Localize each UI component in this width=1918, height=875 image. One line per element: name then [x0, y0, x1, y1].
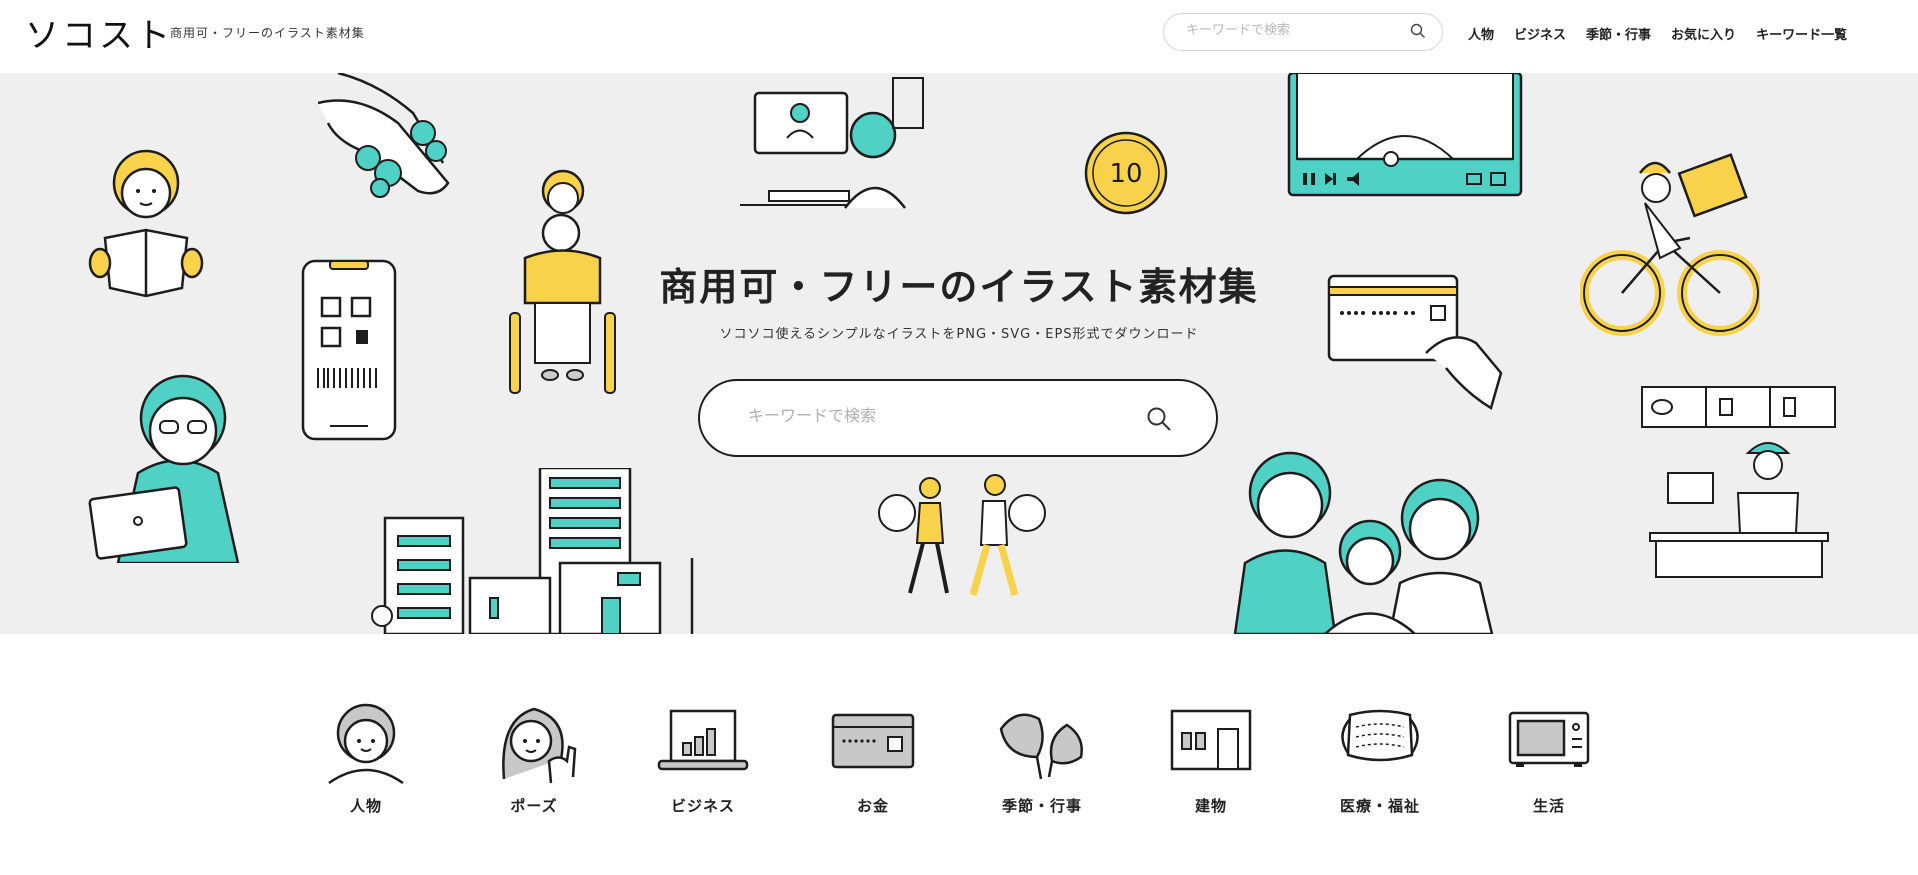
pose-icon	[502, 707, 577, 784]
category-people[interactable]: 人物	[306, 699, 426, 816]
man-laptop-illustration	[88, 374, 240, 563]
site-header: ソコスト 商用可・フリーのイラスト素材集 人物 ビジネス 季節・行事 お気に入り…	[0, 0, 1918, 74]
family-illustration	[1233, 451, 1494, 634]
category-seasons[interactable]: 季節・行事	[982, 699, 1102, 816]
mask-icon	[1341, 709, 1419, 762]
video-call-illustration	[740, 77, 924, 209]
category-label: 生活	[1532, 797, 1565, 815]
coin-value: 10	[1109, 159, 1142, 189]
category-medical[interactable]: 医療・福祉	[1320, 699, 1440, 816]
site-logo[interactable]: ソコスト	[25, 8, 173, 57]
nav-item-keywords[interactable]: キーワード一覧	[1756, 24, 1847, 43]
nav-item-people[interactable]: 人物	[1468, 24, 1494, 43]
hero-section: 10 商用可・フリーのイラスト素材集 ソコソコ使えるシンプルなイラストをPNG・…	[0, 73, 1918, 634]
nav-item-seasons[interactable]: 季節・行事	[1586, 24, 1651, 43]
category-list: 人物 ポーズ ビジネス お金 季節・行事 建物 医療・福祉 生活	[0, 634, 1918, 875]
ginkgo-leaf-icon	[999, 713, 1083, 780]
header-search-box	[1163, 13, 1443, 51]
nav-item-business[interactable]: ビジネス	[1514, 24, 1566, 43]
category-business[interactable]: ビジネス	[643, 699, 763, 816]
buildings-illustration	[371, 468, 694, 634]
category-label: お金	[856, 797, 889, 815]
category-money[interactable]: お金	[813, 699, 933, 816]
person-icon	[328, 703, 404, 785]
business-icon	[657, 709, 749, 771]
walking-couple-illustration	[878, 474, 1046, 596]
microwave-icon	[1508, 711, 1590, 767]
category-label: 建物	[1194, 797, 1227, 815]
site-tagline: 商用可・フリーのイラスト素材集	[170, 26, 365, 40]
menu-board-illustration	[1641, 386, 1836, 428]
ten-yen-coin-illustration: 10	[1084, 131, 1168, 215]
header-search-input[interactable]	[1184, 22, 1398, 39]
category-label: ポーズ	[510, 797, 558, 815]
hero-subtitle: ソコソコ使えるシンプルなイラストをPNG・SVG・EPS形式でダウンロード	[719, 327, 1199, 342]
search-icon[interactable]	[1410, 23, 1426, 43]
category-buildings[interactable]: 建物	[1151, 699, 1271, 816]
category-living[interactable]: 生活	[1489, 699, 1609, 816]
money-icon	[831, 713, 915, 769]
category-pose[interactable]: ポーズ	[474, 699, 594, 816]
building-icon	[1170, 709, 1252, 771]
main-nav: 人物 ビジネス 季節・行事 お気に入り キーワード一覧	[1468, 24, 1847, 43]
hero-title: 商用可・フリーのイラスト素材集	[659, 265, 1259, 309]
search-icon[interactable]	[1146, 406, 1172, 436]
nav-item-favorites[interactable]: お気に入り	[1671, 24, 1736, 43]
video-player-illustration	[1287, 73, 1523, 197]
shop-clerk-illustration	[1649, 442, 1829, 578]
category-label: 季節・行事	[1001, 797, 1082, 815]
category-label: ビジネス	[670, 797, 735, 815]
hand-washing-illustration	[318, 73, 450, 198]
hero-search-box	[698, 379, 1218, 457]
category-label: 医療・福祉	[1339, 797, 1420, 815]
category-label: 人物	[349, 797, 382, 815]
hero-search-input[interactable]	[746, 405, 1130, 426]
